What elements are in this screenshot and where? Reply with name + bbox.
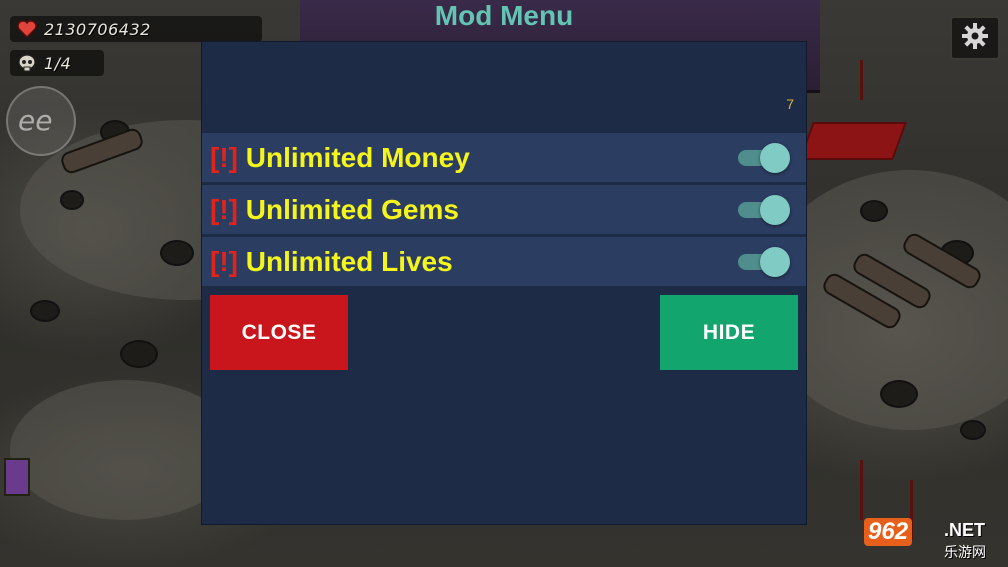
mod-option-label: [!] Unlimited Lives (210, 246, 453, 278)
warning-marker: [!] (210, 245, 238, 277)
close-button[interactable]: CLOSE (210, 295, 348, 370)
mod-options-list: [!] Unlimited Money [!] Unlimited Gems [… (202, 133, 806, 289)
mod-menu-title: Mod Menu (434, 0, 574, 31)
lives-counter: 1/4 (10, 50, 104, 76)
money-value: 2130706432 (44, 19, 151, 39)
skull-icon (16, 52, 38, 74)
unlimited-gems-toggle[interactable] (736, 195, 792, 225)
option-text: Unlimited Lives (245, 245, 453, 277)
toggle-thumb (760, 247, 790, 277)
lives-value: 1/4 (44, 53, 72, 73)
rock (30, 300, 60, 322)
unlimited-money-toggle[interactable] (736, 143, 792, 173)
red-carpet (799, 122, 907, 160)
mod-menu-subtitle: 7 (786, 96, 794, 112)
mod-menu-panel: Mod Menu 7 [!] Unlimited Money [!] Unlim… (202, 0, 806, 524)
rope-post (860, 60, 863, 100)
warning-marker: [!] (210, 141, 238, 173)
watermark-chinese: 乐游网 (944, 544, 986, 560)
mod-option-label: [!] Unlimited Money (210, 142, 470, 174)
option-text: Unlimited Gems (245, 193, 459, 225)
rock (160, 240, 194, 266)
watermark-number: 962 (864, 518, 913, 546)
rope-post (860, 460, 863, 520)
mod-option-unlimited-money[interactable]: [!] Unlimited Money (202, 133, 806, 182)
toggle-thumb (760, 195, 790, 225)
banner-flag (4, 458, 30, 496)
rock (880, 380, 918, 408)
rock (860, 200, 888, 222)
gear-icon (961, 22, 989, 55)
svg-text:ee: ee (18, 106, 52, 136)
ee-icon[interactable]: ee (6, 86, 76, 156)
mod-option-unlimited-gems[interactable]: [!] Unlimited Gems (202, 185, 806, 234)
watermark-domain: .NET (944, 520, 986, 540)
mod-option-unlimited-lives[interactable]: [!] Unlimited Lives (202, 237, 806, 286)
rock (120, 340, 158, 368)
rock (960, 420, 986, 440)
toggle-thumb (760, 143, 790, 173)
rock (60, 190, 84, 210)
watermark: 962 .NET 乐游网 (864, 518, 1002, 562)
mod-option-label: [!] Unlimited Gems (210, 194, 459, 226)
hide-button[interactable]: HIDE (660, 295, 798, 370)
heart-icon (16, 18, 38, 40)
option-text: Unlimited Money (245, 141, 470, 173)
unlimited-lives-toggle[interactable] (736, 247, 792, 277)
warning-marker: [!] (210, 193, 238, 225)
settings-button[interactable] (950, 16, 1000, 60)
